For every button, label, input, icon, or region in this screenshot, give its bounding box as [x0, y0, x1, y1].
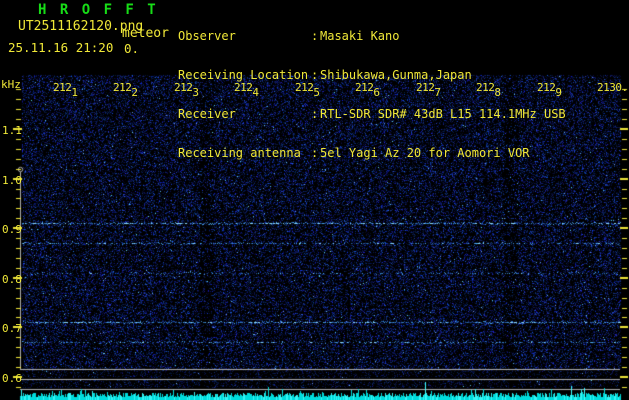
info-value-observer: Masaki Kano: [320, 29, 400, 43]
info-value-location: Shibukawa,Gunma,Japan: [320, 68, 472, 82]
meteor-mode-label: meteor: [122, 26, 169, 41]
app-title: H R O F F T: [38, 2, 159, 18]
time-label-2125: 2125: [295, 81, 320, 99]
info-colon: :: [311, 107, 319, 121]
info-value-receiver: RTL-SDR SDR# 43dB L15 114.1MHz USB: [320, 107, 566, 121]
freq-axis-unit: kHz: [1, 78, 21, 91]
freq-label-0-6: 0.6: [2, 372, 22, 385]
info-colon: :: [311, 146, 319, 160]
time-label-2121: 2121: [53, 81, 78, 99]
info-colon: :: [311, 29, 319, 43]
freq-label-1-0: 1.0: [2, 174, 22, 187]
time-label-2122: 2122: [113, 81, 138, 99]
info-label-observer: Observer: [178, 29, 236, 43]
time-label-2124: 2124: [234, 81, 259, 99]
datetime-label: 25.11.16 21:20: [8, 40, 114, 55]
hrofft-screen: H R O F F T UT2511162120.png meteor 25.1…: [0, 0, 629, 400]
time-label-2127: 2127: [416, 81, 441, 99]
info-value-antenna: 5el Yagi Az 20 for Aomori VOR: [320, 146, 530, 160]
freq-label-1-1: 1.1: [2, 124, 22, 137]
station-info-table: Observer: Masaki Kano Receiving Location:…: [178, 4, 566, 186]
info-label-antenna: Receiving antenna: [178, 146, 301, 160]
time-label-2130: 2130.: [597, 81, 628, 94]
time-label-2123: 2123: [174, 81, 199, 99]
info-row-observer: Observer: Masaki Kano: [178, 30, 566, 43]
echo-counter: 0.: [124, 41, 140, 56]
freq-label-0-8: 0.8: [2, 273, 22, 286]
time-label-2129: 2129: [537, 81, 562, 99]
info-label-receiver: Receiver: [178, 107, 236, 121]
freq-label-0-7: 0.7: [2, 322, 22, 335]
info-row-antenna: Receiving antenna:5el Yagi Az 20 for Aom…: [178, 147, 566, 160]
freq-label-0-9: 0.9: [2, 223, 22, 236]
info-row-receiver: Receiver: RTL-SDR SDR# 43dB L15 114.1MHz …: [178, 108, 566, 121]
time-label-2128: 2128: [476, 81, 501, 99]
time-label-2126: 2126: [355, 81, 380, 99]
